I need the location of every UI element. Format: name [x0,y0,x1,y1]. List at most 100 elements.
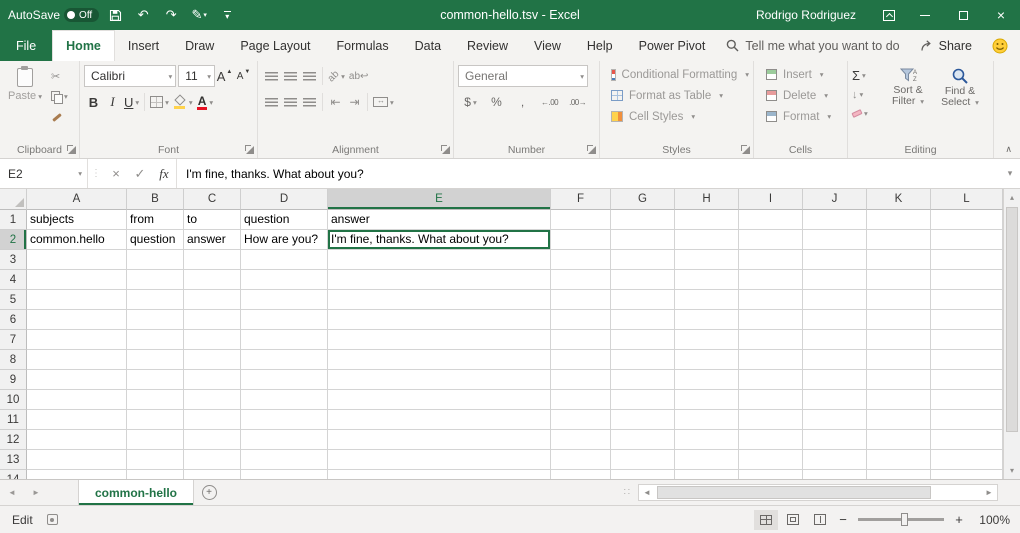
bold-button[interactable]: B [84,91,103,113]
horizontal-scroll-track[interactable] [655,485,981,500]
cell-H14[interactable] [675,470,739,479]
cell-B1[interactable]: from [127,210,184,230]
cell-F1[interactable] [551,210,611,230]
cell-F6[interactable] [551,310,611,330]
select-all-corner[interactable] [0,189,27,210]
cell-C2[interactable]: answer [184,230,241,250]
cell-D4[interactable] [241,270,328,290]
cell-C7[interactable] [184,330,241,350]
row-header-1[interactable]: 1 [0,210,27,230]
underline-button[interactable]: U▾ [122,91,141,113]
autosave-toggle[interactable]: Off [64,8,99,22]
cell-L3[interactable] [931,250,1003,270]
cell-L6[interactable] [931,310,1003,330]
zoom-level[interactable]: 100% [970,513,1010,527]
copy-button[interactable]: ▾ [51,89,68,104]
horizontal-scrollbar[interactable]: ◄ ► [638,484,998,501]
cell-D7[interactable] [241,330,328,350]
column-header-G[interactable]: G [611,189,675,210]
cell-H6[interactable] [675,310,739,330]
cell-G9[interactable] [611,370,675,390]
cell-B9[interactable] [127,370,184,390]
row-header-5[interactable]: 5 [0,290,27,310]
minimize-button[interactable] [906,0,944,30]
cell-H8[interactable] [675,350,739,370]
cell-K3[interactable] [867,250,931,270]
cell-K8[interactable] [867,350,931,370]
cell-F4[interactable] [551,270,611,290]
cell-L13[interactable] [931,450,1003,470]
font-dialog-launcher[interactable] [245,145,254,154]
cell-F2[interactable] [551,230,611,250]
row-header-13[interactable]: 13 [0,450,27,470]
cell-K1[interactable] [867,210,931,230]
tell-me-search[interactable]: Tell me what you want to do [726,39,899,53]
alignment-dialog-launcher[interactable] [441,145,450,154]
cell-F3[interactable] [551,250,611,270]
cell-B12[interactable] [127,430,184,450]
cell-K12[interactable] [867,430,931,450]
inking-button[interactable]: ✎▾ [187,0,211,30]
zoom-out-button[interactable]: − [835,512,851,527]
cell-H13[interactable] [675,450,739,470]
cell-J6[interactable] [803,310,867,330]
user-name[interactable]: Rodrigo Rodriguez [740,8,872,22]
cell-I3[interactable] [739,250,803,270]
cell-C5[interactable] [184,290,241,310]
column-header-B[interactable]: B [127,189,184,210]
cell-K13[interactable] [867,450,931,470]
cell-L5[interactable] [931,290,1003,310]
cell-J2[interactable] [803,230,867,250]
cell-E4[interactable] [328,270,551,290]
cell-H12[interactable] [675,430,739,450]
column-header-D[interactable]: D [241,189,328,210]
column-header-C[interactable]: C [184,189,241,210]
cell-J13[interactable] [803,450,867,470]
zoom-in-button[interactable]: + [951,512,967,527]
increase-indent-button[interactable]: ⇥ [345,91,364,113]
cell-E7[interactable] [328,330,551,350]
tab-help[interactable]: Help [574,30,626,61]
cell-H1[interactable] [675,210,739,230]
cell-E9[interactable] [328,370,551,390]
cell-L8[interactable] [931,350,1003,370]
cell-L11[interactable] [931,410,1003,430]
cell-H5[interactable] [675,290,739,310]
cell-J14[interactable] [803,470,867,479]
scroll-down-button[interactable]: ▾ [1004,462,1020,479]
cell-D14[interactable] [241,470,328,479]
tab-insert[interactable]: Insert [115,30,172,61]
cell-K11[interactable] [867,410,931,430]
cell-F9[interactable] [551,370,611,390]
cell-G7[interactable] [611,330,675,350]
tab-power-pivot[interactable]: Power Pivot [626,30,719,61]
cell-G13[interactable] [611,450,675,470]
cell-E13[interactable] [328,450,551,470]
row-header-14[interactable]: 14 [0,470,27,479]
cell-G6[interactable] [611,310,675,330]
column-header-I[interactable]: I [739,189,803,210]
paste-button[interactable]: Paste▾ [4,65,46,141]
cell-K14[interactable] [867,470,931,479]
cell-L9[interactable] [931,370,1003,390]
format-cells-button[interactable]: Format▾ [758,106,843,127]
formula-bar-handle[interactable]: ⋮ [88,159,104,188]
cell-G4[interactable] [611,270,675,290]
column-header-K[interactable]: K [867,189,931,210]
column-header-A[interactable]: A [27,189,127,210]
cell-H7[interactable] [675,330,739,350]
cell-K6[interactable] [867,310,931,330]
undo-button[interactable]: ↶ [131,0,155,30]
row-header-12[interactable]: 12 [0,430,27,450]
align-center-button[interactable] [281,91,300,113]
cell-E2[interactable]: I'm fine, thanks. What about you? [328,230,551,250]
decrease-decimal-button[interactable]: .00→ [567,91,588,113]
previous-sheet-button[interactable]: ◄ [0,480,24,505]
cell-B6[interactable] [127,310,184,330]
cell-F7[interactable] [551,330,611,350]
cell-A7[interactable] [27,330,127,350]
feedback-button[interactable] [992,38,1008,54]
cell-A11[interactable] [27,410,127,430]
cell-G1[interactable] [611,210,675,230]
cell-J12[interactable] [803,430,867,450]
